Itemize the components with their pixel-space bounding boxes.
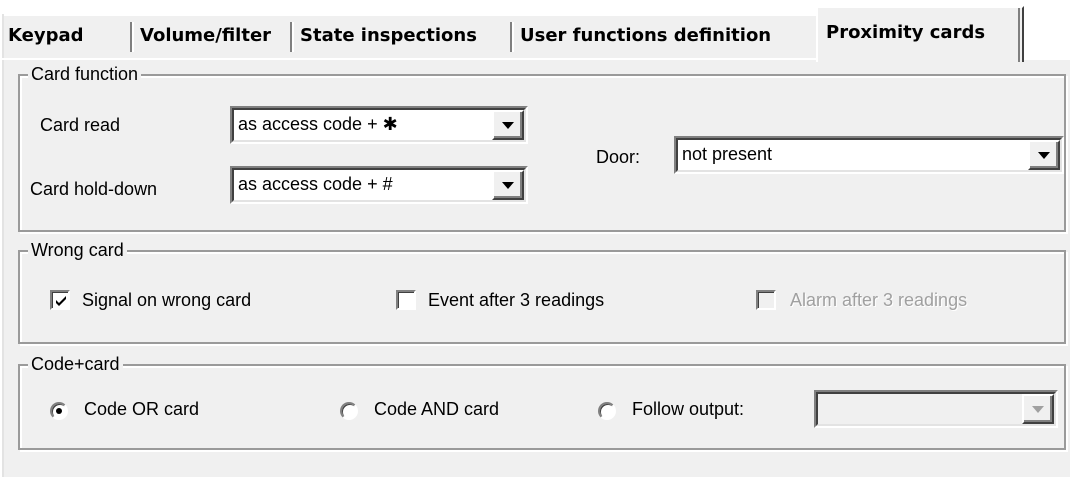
follow-output-label[interactable]: Follow output: <box>632 398 744 420</box>
tab-user-functions-label: User functions definition <box>520 25 772 46</box>
follow-output-dropdown-button <box>1022 394 1054 424</box>
tab-strip: Keypad Volume/filter State inspections U… <box>0 0 1070 62</box>
follow-output-select <box>814 390 1058 428</box>
card-hold-down-value: as access code + # <box>238 174 393 194</box>
card-read-select[interactable]: as access code + ✱ <box>230 106 528 144</box>
signal-on-wrong-card-checkbox[interactable] <box>50 290 70 310</box>
tab-proximity-cards[interactable]: Proximity cards <box>816 6 1024 62</box>
alarm-after-3-readings-checkbox <box>756 290 776 310</box>
chevron-down-icon <box>1032 406 1044 413</box>
code-and-card-label[interactable]: Code AND card <box>374 398 499 420</box>
wrong-card-title: Wrong card <box>28 239 127 261</box>
card-hold-down-label: Card hold-down <box>30 179 158 199</box>
tab-keypad[interactable]: Keypad <box>2 14 134 60</box>
code-card-title: Code+card <box>28 353 123 375</box>
card-read-dropdown-button[interactable] <box>492 110 524 140</box>
code-or-card-radio[interactable] <box>50 402 68 420</box>
tab-proximity-cards-label: Proximity cards <box>826 22 986 43</box>
card-read-value: as access code + ✱ <box>238 114 398 134</box>
code-or-card-label[interactable]: Code OR card <box>84 398 199 420</box>
door-select[interactable]: not present <box>674 136 1064 174</box>
tab-state-inspections[interactable]: State inspections <box>294 14 514 60</box>
door-value: not present <box>682 144 773 164</box>
event-after-3-readings-checkbox[interactable] <box>396 290 416 310</box>
card-hold-down-select[interactable]: as access code + # <box>230 166 528 204</box>
radio-selected-dot <box>56 408 62 414</box>
tab-state-inspections-label: State inspections <box>300 25 477 46</box>
proximity-cards-panel: Keypad Volume/filter State inspections U… <box>0 0 1070 477</box>
panel-left-edge <box>0 14 4 477</box>
chevron-down-icon <box>502 182 514 189</box>
event-after-3-readings-label[interactable]: Event after 3 readings <box>428 289 604 311</box>
signal-on-wrong-card-label[interactable]: Signal on wrong card <box>82 289 251 311</box>
door-dropdown-button[interactable] <box>1028 140 1060 170</box>
tab-volume-filter[interactable]: Volume/filter <box>134 14 294 60</box>
alarm-after-3-readings-label: Alarm after 3 readings <box>790 290 968 310</box>
chevron-down-icon <box>1038 152 1050 159</box>
follow-output-radio[interactable] <box>598 402 616 420</box>
card-read-label: Card read <box>40 115 121 135</box>
tab-keypad-label: Keypad <box>8 25 84 46</box>
chevron-down-icon <box>502 122 514 129</box>
tab-user-functions-definition[interactable]: User functions definition <box>514 14 818 60</box>
door-label: Door: <box>596 147 641 167</box>
card-hold-down-dropdown-button[interactable] <box>492 170 524 200</box>
checkmark-icon <box>56 296 66 306</box>
card-function-title: Card function <box>28 63 142 85</box>
tab-volume-filter-label: Volume/filter <box>140 25 272 46</box>
code-and-card-radio[interactable] <box>340 402 358 420</box>
